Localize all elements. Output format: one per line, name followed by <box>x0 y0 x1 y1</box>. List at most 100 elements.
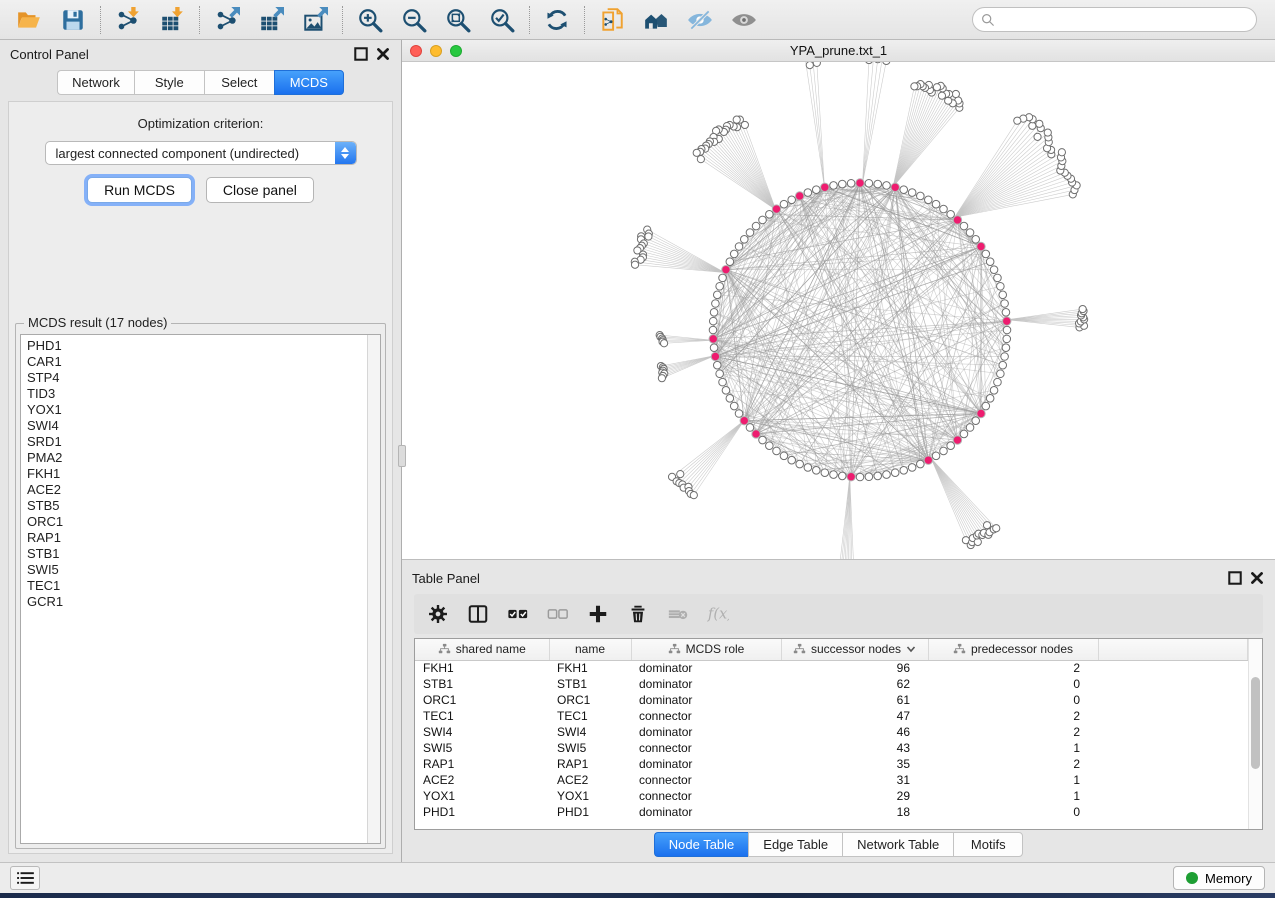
mcds-result-item[interactable]: CAR1 <box>27 354 361 370</box>
table-cell[interactable]: 31 <box>781 772 928 788</box>
close-table-panel-icon[interactable] <box>1249 570 1265 586</box>
table-cell[interactable]: 1 <box>928 740 1098 756</box>
mcds-result-item[interactable]: SRD1 <box>27 434 361 450</box>
table-cell[interactable]: FKH1 <box>549 660 631 676</box>
table-cell[interactable]: connector <box>631 772 781 788</box>
deselect-all-button[interactable] <box>540 598 576 630</box>
table-row[interactable]: STB1STB1dominator620 <box>415 676 1248 692</box>
table-cell[interactable]: 0 <box>928 692 1098 708</box>
table-cell[interactable]: 2 <box>928 660 1098 676</box>
tab-network-table[interactable]: Network Table <box>842 832 953 857</box>
table-cell[interactable]: dominator <box>631 660 781 676</box>
import-network-button[interactable] <box>109 4 147 36</box>
table-row[interactable]: PHD1PHD1dominator180 <box>415 804 1248 820</box>
table-cell[interactable]: dominator <box>631 804 781 820</box>
table-cell[interactable]: YOX1 <box>549 788 631 804</box>
mcds-result-list[interactable]: PHD1CAR1STP4TID3YOX1SWI4SRD1PMA2FKH1ACE2… <box>20 334 381 844</box>
mcds-result-item[interactable]: SWI5 <box>27 562 361 578</box>
table-cell[interactable]: 0 <box>928 804 1098 820</box>
export-image-button[interactable] <box>296 4 334 36</box>
zoom-fit-button[interactable] <box>439 4 477 36</box>
table-cell[interactable]: 18 <box>781 804 928 820</box>
mcds-result-item[interactable]: TEC1 <box>27 578 361 594</box>
table-cell[interactable]: connector <box>631 740 781 756</box>
tab-select[interactable]: Select <box>204 70 274 95</box>
import-table-button[interactable] <box>153 4 191 36</box>
mcds-result-item[interactable]: FKH1 <box>27 466 361 482</box>
close-panel-button[interactable]: Close panel <box>206 177 314 203</box>
table-cell[interactable]: SWI4 <box>549 724 631 740</box>
mcds-result-item[interactable]: GCR1 <box>27 594 361 610</box>
select-all-check-button[interactable] <box>500 598 536 630</box>
table-cell[interactable]: connector <box>631 788 781 804</box>
first-neighbors-button[interactable] <box>637 4 675 36</box>
table-cell[interactable]: 61 <box>781 692 928 708</box>
mcds-result-item[interactable]: ACE2 <box>27 482 361 498</box>
table-cell[interactable]: 2 <box>928 708 1098 724</box>
table-cell[interactable]: 96 <box>781 660 928 676</box>
table-cell[interactable]: SWI5 <box>415 740 549 756</box>
network-window-titlebar[interactable]: YPA_prune.txt_1 <box>402 40 1275 62</box>
table-cell[interactable]: 43 <box>781 740 928 756</box>
mcds-result-item[interactable]: RAP1 <box>27 530 361 546</box>
mcds-result-item[interactable]: YOX1 <box>27 402 361 418</box>
table-cell[interactable]: 62 <box>781 676 928 692</box>
window-maximize-icon[interactable] <box>450 45 462 57</box>
panel-splitter-handle[interactable] <box>398 445 406 467</box>
table-cell[interactable]: ORC1 <box>549 692 631 708</box>
open-file-button[interactable] <box>10 4 48 36</box>
column-header-name[interactable]: name <box>549 639 631 660</box>
tab-style[interactable]: Style <box>134 70 204 95</box>
table-cell[interactable]: STB1 <box>549 676 631 692</box>
table-cell[interactable]: TEC1 <box>549 708 631 724</box>
window-close-icon[interactable] <box>410 45 422 57</box>
table-row[interactable]: RAP1RAP1dominator352 <box>415 756 1248 772</box>
table-row[interactable]: FKH1FKH1dominator962 <box>415 660 1248 676</box>
table-cell[interactable]: FKH1 <box>415 660 549 676</box>
duplicate-network-button[interactable] <box>593 4 631 36</box>
result-list-scrollbar[interactable] <box>367 335 380 843</box>
delete-column-button[interactable] <box>620 598 656 630</box>
close-panel-icon[interactable] <box>375 46 391 62</box>
table-row[interactable]: ACE2ACE2connector311 <box>415 772 1248 788</box>
table-row[interactable]: TEC1TEC1connector472 <box>415 708 1248 724</box>
table-cell[interactable]: 2 <box>928 756 1098 772</box>
mcds-result-item[interactable]: PMA2 <box>27 450 361 466</box>
table-cell[interactable]: ACE2 <box>415 772 549 788</box>
search-box[interactable] <box>972 7 1257 32</box>
table-cell[interactable]: 0 <box>928 676 1098 692</box>
table-row[interactable]: SWI4SWI4dominator462 <box>415 724 1248 740</box>
table-cell[interactable]: dominator <box>631 676 781 692</box>
add-column-button[interactable] <box>580 598 616 630</box>
export-network-button[interactable] <box>208 4 246 36</box>
mcds-result-item[interactable]: ORC1 <box>27 514 361 530</box>
mcds-result-item[interactable]: STP4 <box>27 370 361 386</box>
run-mcds-button[interactable]: Run MCDS <box>87 177 192 203</box>
table-cell[interactable]: STB1 <box>415 676 549 692</box>
table-cell[interactable]: PHD1 <box>549 804 631 820</box>
tab-mcds[interactable]: MCDS <box>274 70 344 95</box>
table-cell[interactable]: 1 <box>928 772 1098 788</box>
mcds-result-item[interactable]: STB5 <box>27 498 361 514</box>
table-row[interactable]: YOX1YOX1connector291 <box>415 788 1248 804</box>
hide-selected-button[interactable] <box>681 4 719 36</box>
column-settings-button[interactable] <box>420 598 456 630</box>
table-cell[interactable]: 35 <box>781 756 928 772</box>
tab-motifs[interactable]: Motifs <box>953 832 1023 857</box>
table-cell[interactable]: YOX1 <box>415 788 549 804</box>
float-table-panel-icon[interactable] <box>1227 570 1243 586</box>
memory-button[interactable]: Memory <box>1173 866 1265 890</box>
show-all-button[interactable] <box>725 4 763 36</box>
mcds-result-item[interactable]: PHD1 <box>27 338 361 354</box>
table-cell[interactable]: dominator <box>631 724 781 740</box>
column-header-successor-nodes[interactable]: successor nodes <box>781 639 928 660</box>
table-scrollbar-thumb[interactable] <box>1251 677 1260 769</box>
float-panel-icon[interactable] <box>353 46 369 62</box>
tab-node-table[interactable]: Node Table <box>654 832 749 857</box>
table-cell[interactable]: PHD1 <box>415 804 549 820</box>
mcds-result-item[interactable]: TID3 <box>27 386 361 402</box>
mcds-result-item[interactable]: STB1 <box>27 546 361 562</box>
save-session-button[interactable] <box>54 4 92 36</box>
column-header-mcds-role[interactable]: MCDS role <box>631 639 781 660</box>
zoom-selected-button[interactable] <box>483 4 521 36</box>
